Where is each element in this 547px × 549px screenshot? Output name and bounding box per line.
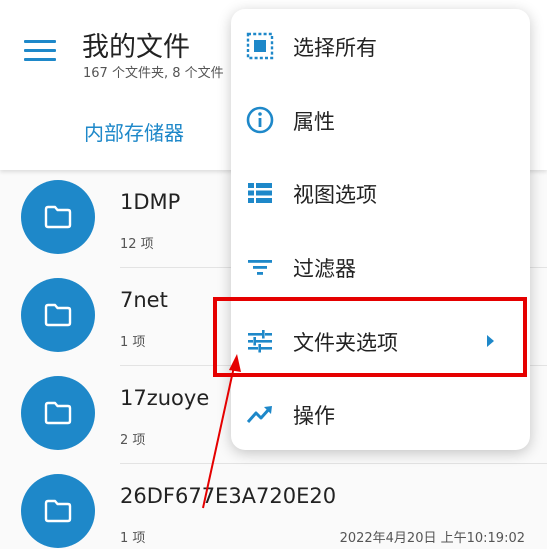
file-manager-screen: 我的文件 167 个文件夹, 8 个文件 内部存储器 1DMP 12 项 7ne… [0, 0, 547, 549]
annotation-arrow-icon [202, 354, 241, 509]
